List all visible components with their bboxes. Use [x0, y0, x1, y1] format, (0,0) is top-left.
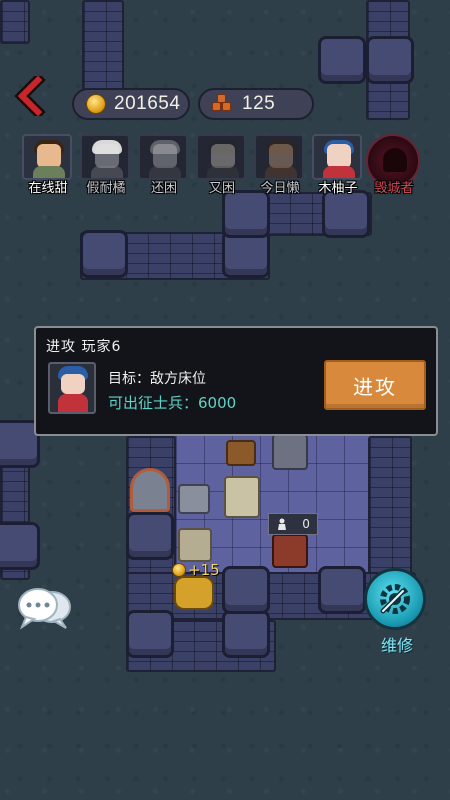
wall-tower — [222, 190, 270, 238]
gold-counter: 201654 — [72, 88, 190, 120]
coin-icon — [172, 563, 186, 577]
wall-tower — [80, 230, 128, 278]
chat-button[interactable] — [16, 585, 74, 631]
avatar — [22, 134, 72, 180]
wall-tower — [222, 610, 270, 658]
player-list: 在线甜 假耐橘 还困 又困 今日懒 木柚子 毁城者 — [22, 134, 434, 196]
player-slot[interactable]: 还困 — [138, 134, 190, 196]
avatar — [196, 134, 246, 180]
stone-doorway — [130, 468, 170, 512]
destroyer-name: 毁城者 — [374, 181, 414, 196]
anvil-station — [178, 484, 210, 514]
ore-icon — [212, 94, 234, 114]
player-slot[interactable]: 木柚子 — [312, 134, 364, 196]
avatar — [254, 134, 304, 180]
wall-tower — [126, 512, 174, 560]
gold-bonus-value: +15 — [188, 561, 220, 579]
coin-icon — [86, 94, 106, 114]
player-name: 假耐橘 — [86, 181, 126, 196]
gold-amount: 201654 — [114, 93, 181, 114]
player-slot[interactable]: 在线甜 — [22, 134, 74, 196]
wood-pile — [226, 440, 256, 466]
panel-title: 进攻 玩家6 — [46, 339, 122, 355]
wall-tower — [222, 566, 270, 614]
target-avatar — [48, 362, 96, 414]
bed-count: 0 — [302, 517, 310, 531]
wall-segment — [0, 0, 30, 44]
chevron-left-icon — [14, 72, 46, 120]
player-name: 木柚子 — [318, 181, 358, 196]
player-slot[interactable]: 今日懒 — [254, 134, 306, 196]
wall-tower — [366, 36, 414, 84]
repair-icon-circle — [364, 568, 426, 630]
repair-button[interactable]: 维修 — [364, 568, 430, 658]
player-name: 在线甜 — [28, 181, 68, 196]
gold-mine — [174, 576, 214, 610]
player-name: 还困 — [150, 181, 177, 196]
player-slot[interactable]: 假耐橘 — [80, 134, 132, 196]
player-name: 又困 — [208, 181, 235, 196]
gold-bonus-indicator: +15 — [172, 561, 220, 579]
wall-tower — [322, 190, 370, 238]
player-name: 今日懒 — [260, 181, 300, 196]
wrench-gear-icon — [380, 584, 410, 614]
ore-amount: 125 — [242, 93, 276, 114]
bed-counter: 0 — [268, 513, 318, 535]
destroyer-slot[interactable]: 毁城者 — [366, 134, 420, 196]
available-troops: 可出征士兵：6000 — [108, 394, 237, 412]
wall-tower — [126, 610, 174, 658]
target-label: 目标：敌方床位 — [108, 371, 206, 387]
wall-segment — [368, 436, 412, 576]
wall-tower — [318, 566, 366, 614]
cannon-turret — [224, 476, 260, 518]
enemy-bed — [272, 534, 308, 568]
wall-tower — [0, 522, 40, 570]
avatar — [312, 134, 362, 180]
ore-counter: 125 — [198, 88, 314, 120]
chat-bubble-icon — [18, 588, 71, 630]
attack-button[interactable]: 进攻 — [324, 360, 426, 410]
avatar — [80, 134, 130, 180]
attack-panel: 进攻 玩家6 目标：敌方床位 可出征士兵：6000 进攻 — [34, 326, 438, 436]
cannon-turret — [178, 528, 212, 562]
enemy-character — [272, 434, 308, 470]
back-button[interactable] — [12, 72, 48, 120]
player-slot[interactable]: 又困 — [196, 134, 248, 196]
wall-tower — [318, 36, 366, 84]
person-icon — [278, 518, 287, 530]
repair-label: 维修 — [380, 636, 413, 655]
avatar — [138, 134, 188, 180]
